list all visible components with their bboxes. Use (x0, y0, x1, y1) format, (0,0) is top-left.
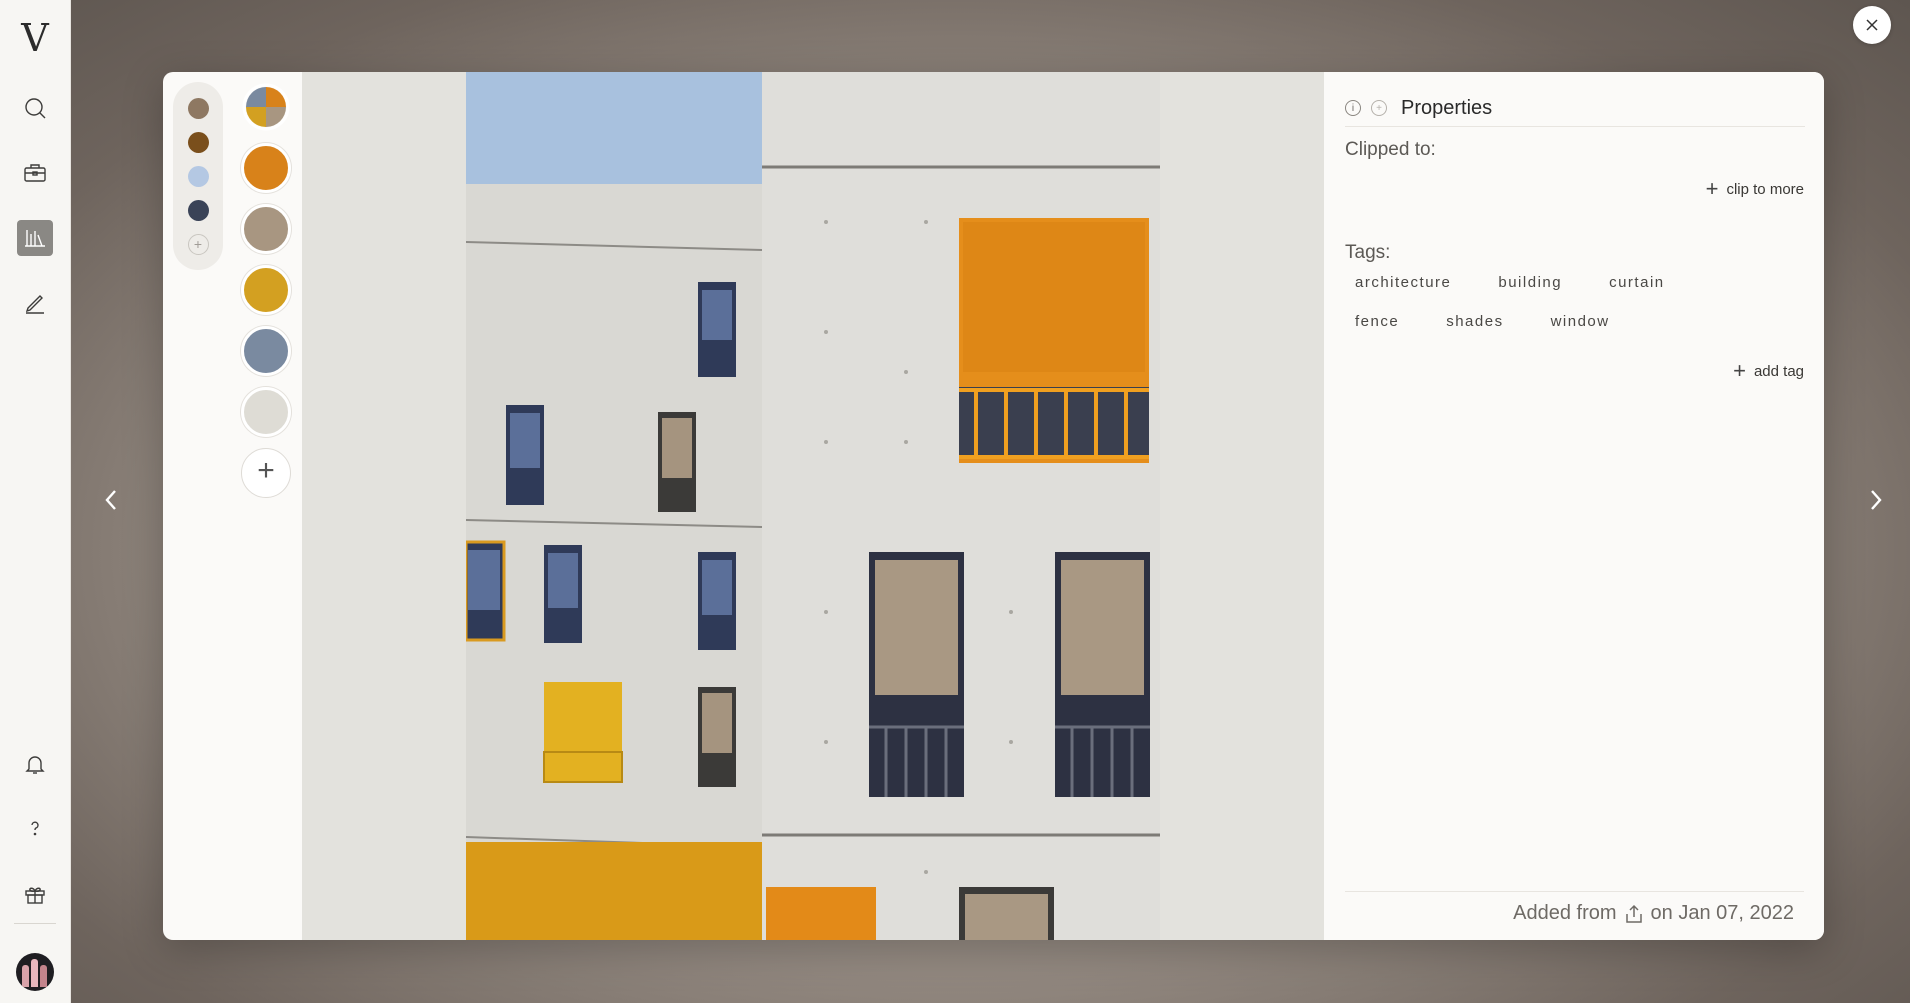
gift-icon (25, 887, 45, 904)
tag-chip[interactable]: building (1488, 270, 1572, 295)
plus-icon: + (1705, 176, 1719, 201)
upload-icon (1625, 904, 1642, 923)
color-swatch[interactable] (241, 265, 291, 315)
app-sidebar: V (0, 0, 71, 1003)
tag-chip[interactable]: window (1541, 309, 1620, 334)
clip-to-more-label: clip to more (1726, 180, 1804, 198)
building-photo[interactable] (466, 72, 1160, 940)
pen-icon (25, 295, 44, 314)
pin-icon[interactable]: + (1371, 100, 1387, 116)
plus-icon: + (1733, 358, 1746, 383)
mini-color-swatch[interactable] (187, 132, 209, 153)
clipped-to-label: Clipped to: (1345, 139, 1436, 160)
add-tag-button[interactable]: + add tag (1733, 360, 1804, 382)
bell-icon (25, 756, 45, 774)
add-color-button[interactable]: + (241, 448, 291, 498)
pie-slice (266, 107, 286, 127)
added-from-label: Added from (1513, 902, 1617, 924)
library-icon (25, 230, 45, 247)
nav-pen[interactable] (17, 285, 53, 321)
properties-panel: i + Properties Clipped to: + clip to mor… (1324, 72, 1824, 940)
tag-chip[interactable]: fence (1345, 309, 1409, 334)
chevron-left-icon (105, 490, 116, 510)
color-swatch[interactable] (241, 387, 291, 437)
app-logo[interactable]: V (15, 16, 55, 60)
color-swatches: + (241, 82, 291, 498)
nav-notifications[interactable] (17, 746, 53, 782)
color-swatch[interactable] (241, 204, 291, 254)
nav-library[interactable] (17, 220, 53, 256)
pie-slice (246, 107, 266, 127)
mini-color-swatch[interactable] (187, 98, 209, 119)
palette-pie-icon[interactable] (241, 82, 291, 132)
color-swatch[interactable] (241, 143, 291, 193)
image-viewer (302, 72, 1324, 940)
tag-chip[interactable]: architecture (1345, 270, 1461, 295)
pie-slice (246, 87, 266, 107)
mini-palette: + (173, 82, 223, 270)
chevron-right-icon (1871, 490, 1882, 510)
tags-label: Tags: (1345, 242, 1391, 263)
footer-divider (1345, 891, 1804, 892)
nav-search[interactable] (17, 90, 53, 126)
image-detail-modal: + + i + Properties Clipped to: + clip to… (163, 72, 1824, 940)
nav-briefcase[interactable] (17, 155, 53, 191)
nav-help[interactable] (17, 811, 53, 847)
next-arrow[interactable] (1861, 485, 1891, 515)
panel-title: Properties (1401, 96, 1493, 119)
close-icon (1866, 19, 1878, 31)
clip-to-more-button[interactable]: + clip to more (1706, 178, 1804, 200)
avatar[interactable] (16, 953, 54, 991)
previous-arrow[interactable] (96, 485, 126, 515)
add-tag-label: add tag (1753, 362, 1804, 380)
pie-slice (266, 87, 286, 107)
info-icon[interactable]: i (1345, 100, 1361, 116)
added-date: on Jan 07, 2022 (1650, 902, 1794, 924)
tag-chip[interactable]: shades (1436, 309, 1513, 334)
close-button[interactable] (1853, 6, 1891, 44)
tag-list: architecture building curtain fence shad… (1345, 270, 1785, 334)
added-from-footer: Added from on Jan 07, 2022 (1513, 902, 1794, 925)
mini-color-swatch[interactable] (187, 166, 209, 187)
sidebar-divider (14, 923, 56, 924)
briefcase-icon (24, 164, 46, 182)
add-mini-color-button[interactable]: + (187, 234, 209, 255)
mini-color-swatch[interactable] (187, 200, 209, 221)
panel-header: i + Properties (1345, 90, 1805, 127)
search-icon (25, 98, 46, 119)
color-swatch[interactable] (241, 326, 291, 376)
tag-chip[interactable]: curtain (1599, 270, 1675, 295)
question-icon (31, 821, 39, 836)
nav-gift[interactable] (17, 876, 53, 912)
